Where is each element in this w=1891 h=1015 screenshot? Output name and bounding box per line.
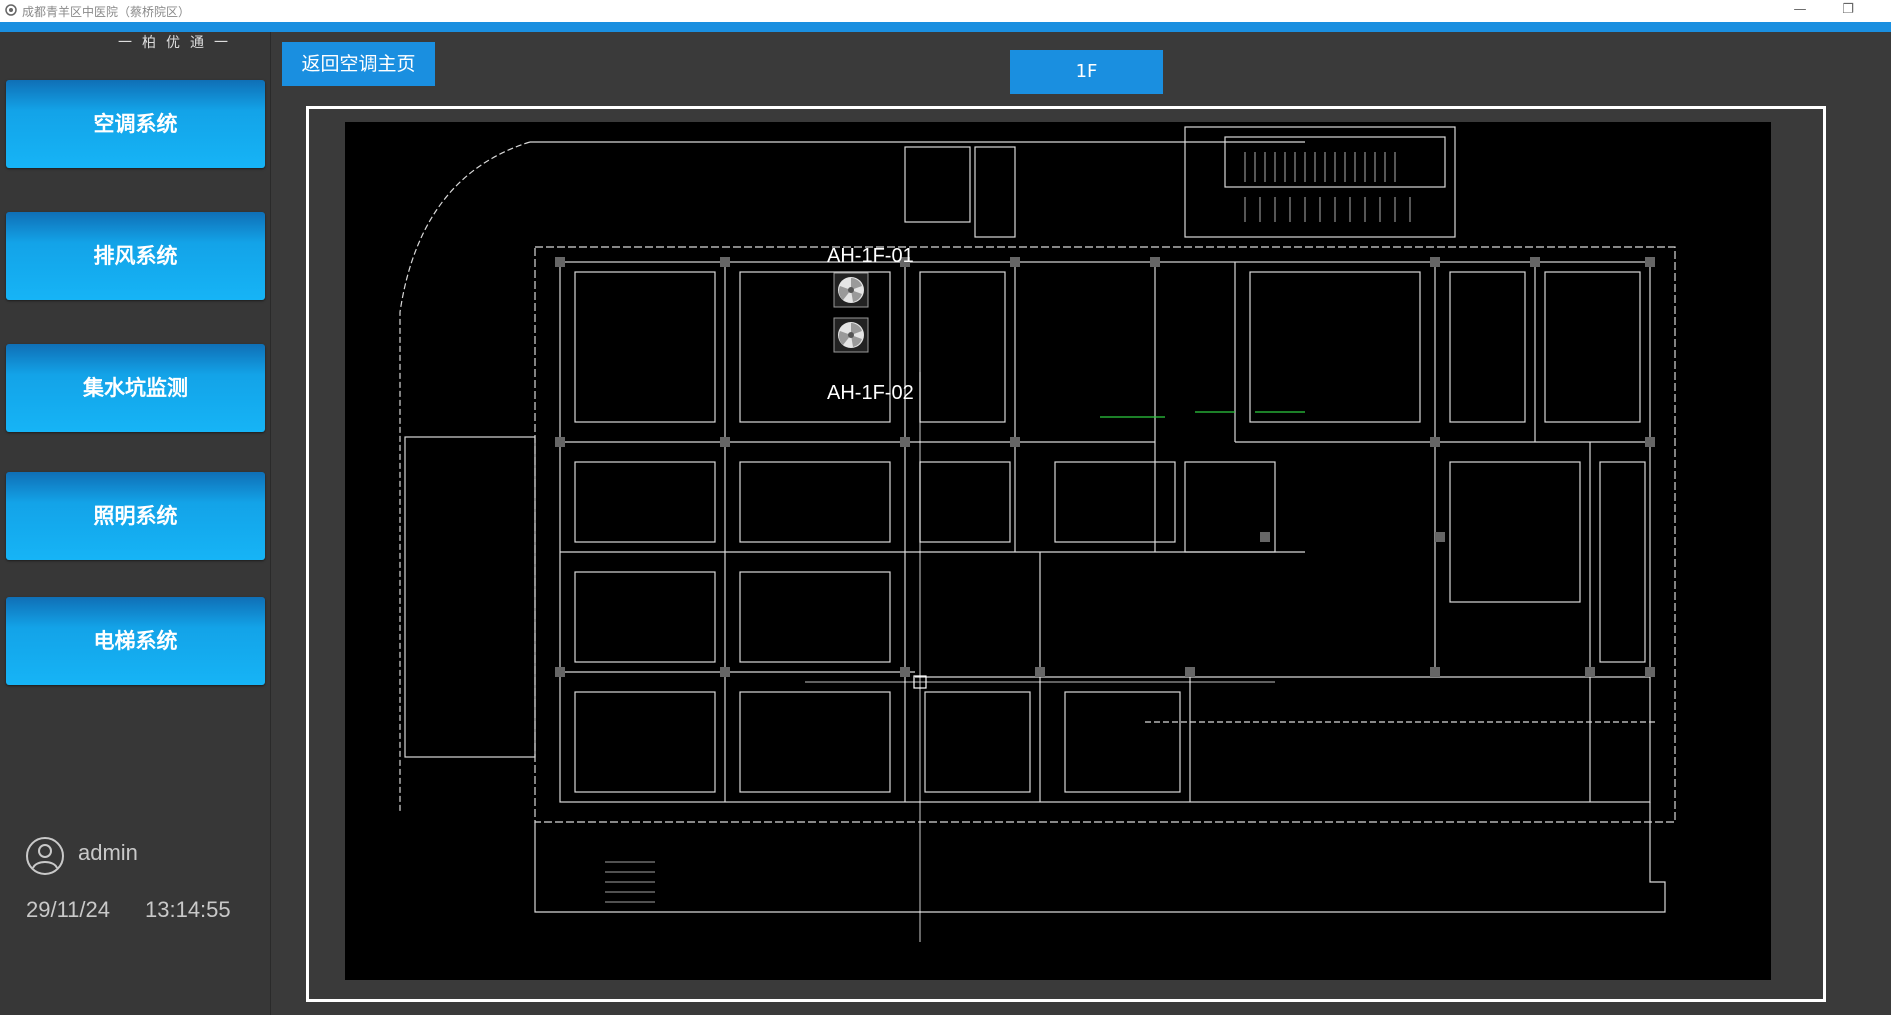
nav-lighting-button[interactable]: 照明系统	[6, 472, 265, 560]
floor-plan-canvas: AH-1F-01 AH-1F-02	[345, 122, 1771, 980]
floor-plan-drawing	[399, 126, 1676, 942]
back-to-hvac-home-button[interactable]: 返回空调主页	[282, 42, 435, 86]
ahu-1f-01-fan-icon[interactable]	[833, 272, 869, 308]
nav-exhaust-button[interactable]: 排风系统	[6, 212, 265, 300]
minimize-icon[interactable]: —	[1780, 0, 1820, 22]
window-titlebar: 成都青羊区中医院（蔡桥院区） — ❐	[0, 0, 1891, 22]
nav-elevator-button[interactable]: 电梯系统	[6, 597, 265, 685]
ahu-1f-02-label: AH-1F-02	[827, 382, 914, 404]
nav-hvac-button[interactable]: 空调系统	[6, 80, 265, 168]
ahu-1f-01-label: AH-1F-01	[827, 245, 914, 267]
sidebar: 一柏优通一 空调系统 排风系统 集水坑监测 照明系统 电梯系统 admin 29…	[0, 32, 271, 1015]
user-avatar-icon	[26, 837, 64, 875]
ahu-1f-02-fan-icon[interactable]	[833, 317, 869, 353]
header-accent-bar	[0, 22, 1891, 32]
current-time: 13:14:55	[145, 897, 231, 922]
restore-icon[interactable]: ❐	[1828, 0, 1868, 22]
username: admin	[78, 840, 138, 865]
window-title: 成都青羊区中医院（蔡桥院区）	[22, 5, 191, 19]
brand-logo: 一柏优通一	[118, 35, 238, 51]
nav-sump-button[interactable]: 集水坑监测	[6, 344, 265, 432]
floor-selector-button[interactable]: 1F	[1010, 50, 1163, 94]
current-date: 29/11/24	[26, 897, 111, 922]
app-icon	[5, 4, 17, 16]
